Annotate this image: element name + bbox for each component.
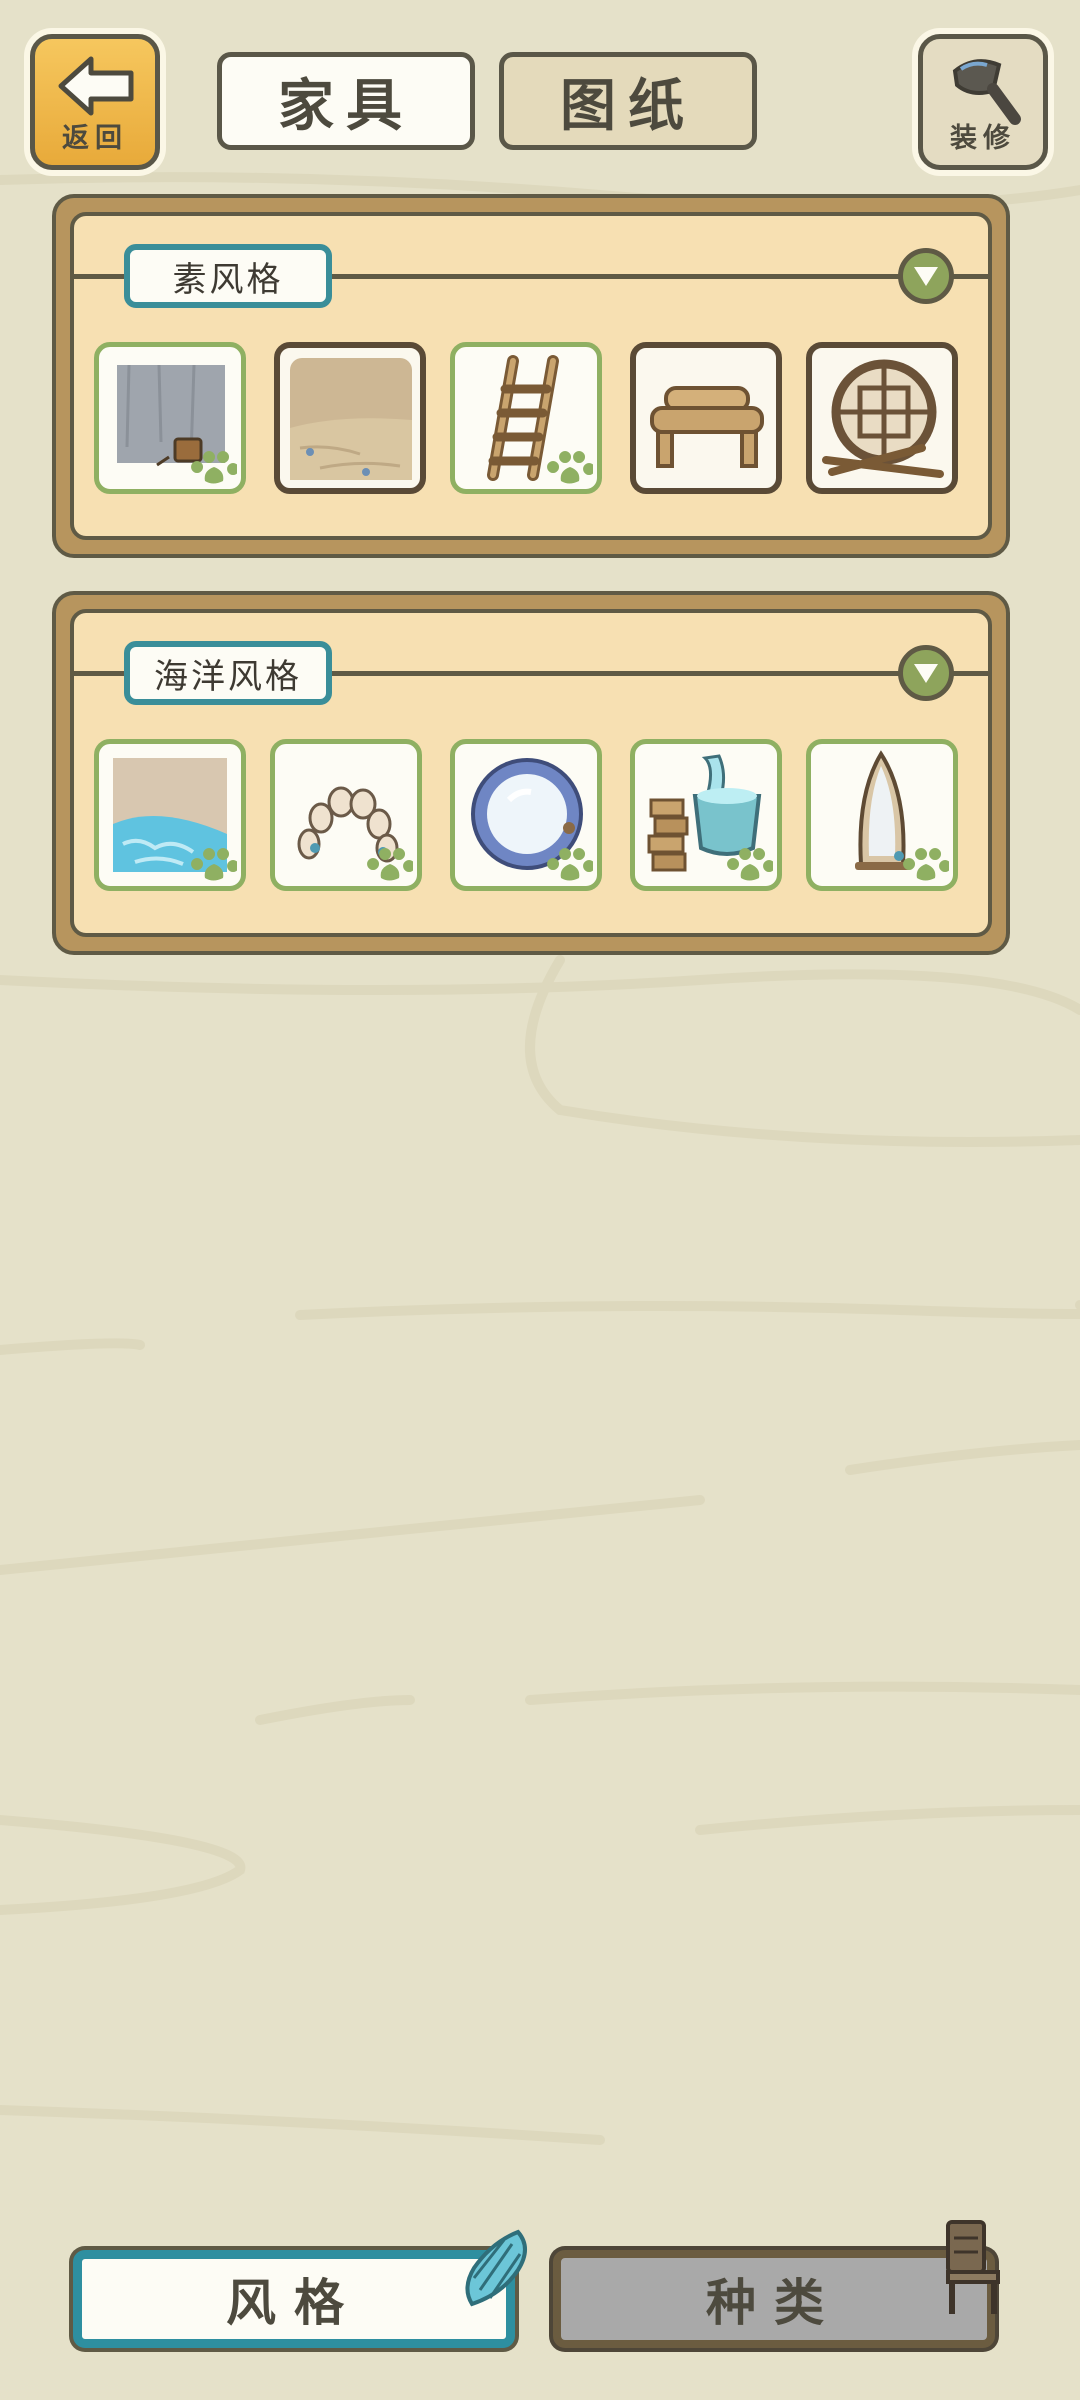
chair-icon [946, 2220, 1000, 2314]
back-label: 返回 [62, 123, 128, 154]
back-arrow-icon [58, 56, 134, 116]
sandy-floor-image [290, 358, 412, 480]
style-section-plain: 素风格 [52, 194, 1010, 558]
collapse-toggle-button[interactable] [898, 248, 954, 304]
frog-paw-icon [191, 848, 237, 881]
item-tile-log-bench[interactable] [630, 342, 782, 494]
log-bench-image [650, 386, 764, 468]
item-tile-sandy-floor[interactable] [274, 342, 426, 494]
frog-paw-icon [547, 848, 593, 881]
round-lattice-window-image [822, 359, 944, 478]
tab-blueprint[interactable]: 图纸 [499, 52, 757, 150]
item-tile-porthole-mirror[interactable] [450, 739, 602, 891]
item-tile-surfboard-mirror[interactable] [806, 739, 958, 891]
tab-category[interactable]: 种类 [553, 2250, 995, 2348]
back-button[interactable]: 返回 [30, 34, 160, 170]
item-tile-round-window[interactable] [806, 342, 958, 494]
tab-furniture[interactable]: 家具 [217, 52, 475, 150]
decorate-button[interactable]: 装修 [918, 34, 1048, 170]
chevron-down-icon [914, 664, 938, 683]
section-title: 素风格 [124, 244, 332, 308]
frog-paw-icon [903, 848, 949, 881]
item-tile-pool-floor[interactable] [94, 739, 246, 891]
style-section-ocean: 海洋风格 [52, 591, 1010, 955]
collapse-toggle-button[interactable] [898, 645, 954, 701]
item-tile-grey-wall[interactable] [94, 342, 246, 494]
item-tile-stone-arch[interactable] [270, 739, 422, 891]
chevron-down-icon [914, 267, 938, 286]
section-title: 海洋风格 [124, 641, 332, 705]
item-tile-wooden-tub[interactable] [630, 739, 782, 891]
tab-style[interactable]: 风格 [73, 2250, 515, 2348]
seashell-icon [465, 2229, 527, 2307]
frog-paw-icon [367, 848, 413, 881]
frog-paw-icon [191, 451, 237, 484]
decorate-label: 装修 [950, 123, 1016, 154]
item-tile-wooden-ladder[interactable] [450, 342, 602, 494]
frog-paw-icon [547, 451, 593, 484]
frog-paw-icon [727, 848, 773, 881]
